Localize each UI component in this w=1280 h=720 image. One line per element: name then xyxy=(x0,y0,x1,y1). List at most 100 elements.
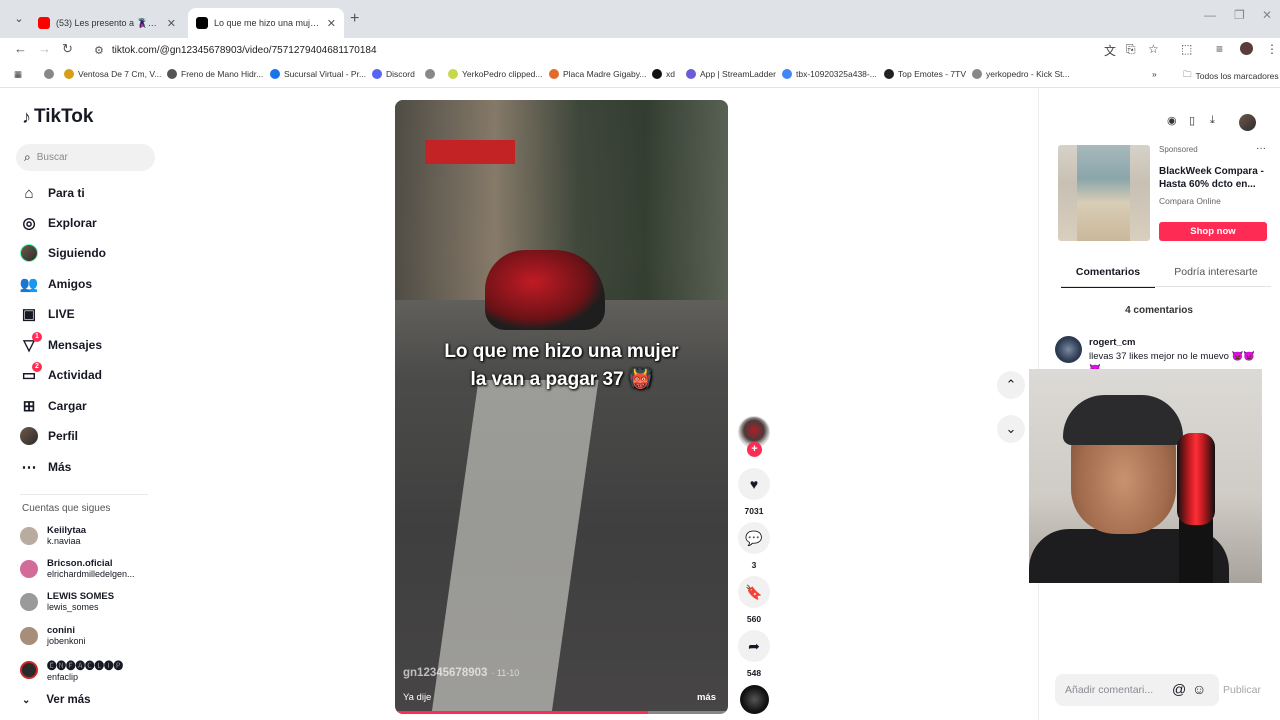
messages-icon: ▽ 1 xyxy=(20,332,42,354)
nav-label: Para ti xyxy=(48,186,85,200)
bookmark-item[interactable]: YerkoPedro clipped... xyxy=(448,69,543,79)
video-progress-bar[interactable] xyxy=(395,711,728,714)
bookmark-item[interactable]: Ventosa De 7 Cm, V... xyxy=(64,69,161,79)
nav-para-ti[interactable]: ⌂ Para ti xyxy=(20,184,85,202)
bookmark-item[interactable]: Discord xyxy=(372,69,415,79)
home-icon: ⌂ xyxy=(24,184,34,202)
see-more-button[interactable]: ⌄ Ver más xyxy=(22,694,91,706)
menu-kebab-icon[interactable]: ⋮ xyxy=(1266,42,1278,56)
post-comment-button[interactable]: Publicar xyxy=(1223,684,1261,696)
bookmark-item[interactable]: Freno de Mano Hidr... xyxy=(167,69,263,79)
site-info-icon[interactable]: ⚙ xyxy=(94,44,104,57)
forward-icon[interactable]: → xyxy=(38,41,51,56)
like-button[interactable]: ♥ xyxy=(738,468,770,500)
mention-icon[interactable]: @ xyxy=(1172,681,1186,697)
bookmark-label: Placa Madre Gigaby... xyxy=(563,69,647,79)
follow-plus-icon[interactable]: + xyxy=(747,442,762,457)
nav-mensajes[interactable]: ▽ 1 Mensajes xyxy=(20,332,102,354)
video-player[interactable]: Lo que me hizo una mujer la van a pagar … xyxy=(395,100,728,714)
close-window-icon[interactable]: ✕ xyxy=(1262,8,1272,22)
comment-button[interactable]: 💬 xyxy=(738,522,770,554)
close-tab-icon[interactable]: ✕ xyxy=(167,17,176,30)
download-icon[interactable]: ⤓ xyxy=(1210,114,1215,127)
ad-menu-icon[interactable]: ··· xyxy=(1256,143,1266,154)
url-text: tiktok.com/@gn12345678903/video/75712794… xyxy=(111,44,377,56)
music-disc-icon[interactable] xyxy=(740,685,769,714)
apps-grid-icon[interactable]: ▦ xyxy=(14,69,22,80)
nav-actividad[interactable]: ▭ 2 Actividad xyxy=(20,362,102,384)
tiktok-logo[interactable]: ♪ TikTok xyxy=(22,106,93,128)
comment-input[interactable]: Añadir comentari... @ ☺ xyxy=(1055,674,1219,706)
ad-title[interactable]: BlackWeek Compara - Hasta 60% dcto en... xyxy=(1159,165,1269,191)
ad-image[interactable] xyxy=(1058,145,1150,241)
emoji-icon[interactable]: ☺ xyxy=(1192,681,1206,697)
tab-search-dropdown-icon[interactable]: ⌄ xyxy=(10,10,28,28)
like-count: 7031 xyxy=(744,506,764,516)
bookmarks-overflow-icon[interactable]: » xyxy=(1152,69,1157,79)
install-icon[interactable]: ⎘ xyxy=(1126,42,1136,57)
share-button[interactable]: ➦ xyxy=(738,630,770,662)
webcam-microphone xyxy=(1177,433,1215,525)
extensions-icon[interactable]: ⬚ xyxy=(1181,42,1192,56)
bookmark-item[interactable]: tbx-10920325a438-... xyxy=(782,69,877,79)
reload-icon[interactable]: ↻ xyxy=(62,41,73,57)
tabs-divider xyxy=(1061,286,1271,287)
live-icon: ▣ xyxy=(21,306,37,323)
more-link[interactable]: más xyxy=(697,692,716,703)
shop-now-button[interactable]: Shop now xyxy=(1159,222,1267,241)
account-name: Keiilytaa xyxy=(47,525,87,536)
close-tab-icon[interactable]: ✕ xyxy=(327,17,336,30)
nav-perfil[interactable]: Perfil xyxy=(20,427,78,445)
account-username: lewis_somes xyxy=(47,602,99,612)
coins-icon[interactable]: ◉ xyxy=(1167,114,1177,127)
nav-mas[interactable]: ⋯ Más xyxy=(20,458,72,476)
save-button[interactable]: 🔖 xyxy=(738,576,770,608)
new-tab-icon[interactable]: + xyxy=(350,10,359,28)
bookmark-globe[interactable] xyxy=(44,69,58,79)
profile-avatar[interactable] xyxy=(1240,42,1253,55)
minimize-icon[interactable]: — xyxy=(1204,8,1216,22)
next-video-button[interactable]: ⌄ xyxy=(997,415,1025,443)
bookmark-item[interactable]: yerkopedro - Kick St... xyxy=(972,69,1070,79)
bookmark-star-icon[interactable]: ☆ xyxy=(1148,42,1159,56)
browser-tab-tiktok[interactable]: Lo que me hizo una mujer 37 💀 ✕ xyxy=(188,8,344,38)
user-avatar[interactable] xyxy=(1239,114,1256,131)
bookmark-item[interactable]: Placa Madre Gigaby... xyxy=(549,69,646,79)
bookmark-item[interactable]: Top Emotes - 7TV xyxy=(884,69,966,79)
commenter-username[interactable]: rogert_cm xyxy=(1089,337,1135,348)
comment-icon: 💬 xyxy=(745,529,763,546)
following-account[interactable]: Bricson.oficial elrichardmilledelgen... xyxy=(20,558,135,579)
nav-cargar[interactable]: ⊞ Cargar xyxy=(20,397,87,415)
previous-video-button[interactable]: ⌃ xyxy=(997,371,1025,399)
device-icon[interactable]: ▯ xyxy=(1189,114,1195,127)
tab-comentarios[interactable]: Comentarios xyxy=(1061,266,1155,288)
commenter-avatar[interactable] xyxy=(1055,336,1082,363)
nav-amigos[interactable]: 👥 Amigos xyxy=(20,275,92,293)
nav-live[interactable]: ▣ LIVE xyxy=(20,305,75,323)
nav-siguiendo[interactable]: Siguiendo xyxy=(20,244,106,262)
translate-icon[interactable]: 文 xyxy=(1104,42,1116,59)
bookmark-label: Freno de Mano Hidr... xyxy=(181,69,264,79)
upload-icon: ⊞ xyxy=(22,398,36,415)
nav-explorar[interactable]: ◎ Explorar xyxy=(20,214,96,232)
bookmark-globe[interactable] xyxy=(425,69,439,79)
bookmark-item[interactable]: xd xyxy=(652,69,675,79)
account-username: k.naviaa xyxy=(47,536,81,546)
search-input[interactable]: ⌕ Buscar xyxy=(16,144,155,171)
bookmark-icon: 🔖 xyxy=(745,583,763,600)
tab-podria-interesarte[interactable]: Podría interesarte xyxy=(1168,266,1264,278)
restore-icon[interactable]: ❐ xyxy=(1234,8,1245,22)
bookmark-item[interactable]: Sucursal Virtual - Pr... xyxy=(270,69,366,79)
following-account[interactable]: 🅔🅝🅕🅐🅒🅛🅘🅟 enfaclip xyxy=(20,658,123,682)
following-account[interactable]: conini jobenkoni xyxy=(20,625,86,646)
back-icon[interactable]: ← xyxy=(14,41,27,56)
url-input[interactable]: ⚙ tiktok.com/@gn12345678903/video/757127… xyxy=(86,39,1102,61)
following-account[interactable]: LEWIS SOMES lewis_somes xyxy=(20,591,114,612)
following-account[interactable]: Keiilytaa k.naviaa xyxy=(20,525,86,546)
browser-tab-youtube[interactable]: (53) Les presento a 🦹Mi mejo ✕ xyxy=(30,8,184,38)
video-author[interactable]: gn12345678903 · 11-10 xyxy=(403,667,519,679)
bookmark-item[interactable]: App | StreamLadder xyxy=(686,69,776,79)
account-username: jobenkoni xyxy=(47,636,86,646)
media-icon[interactable]: ≡ xyxy=(1216,42,1223,56)
all-bookmarks-folder[interactable]: 🗀 Todos los marcadores xyxy=(1183,69,1279,83)
